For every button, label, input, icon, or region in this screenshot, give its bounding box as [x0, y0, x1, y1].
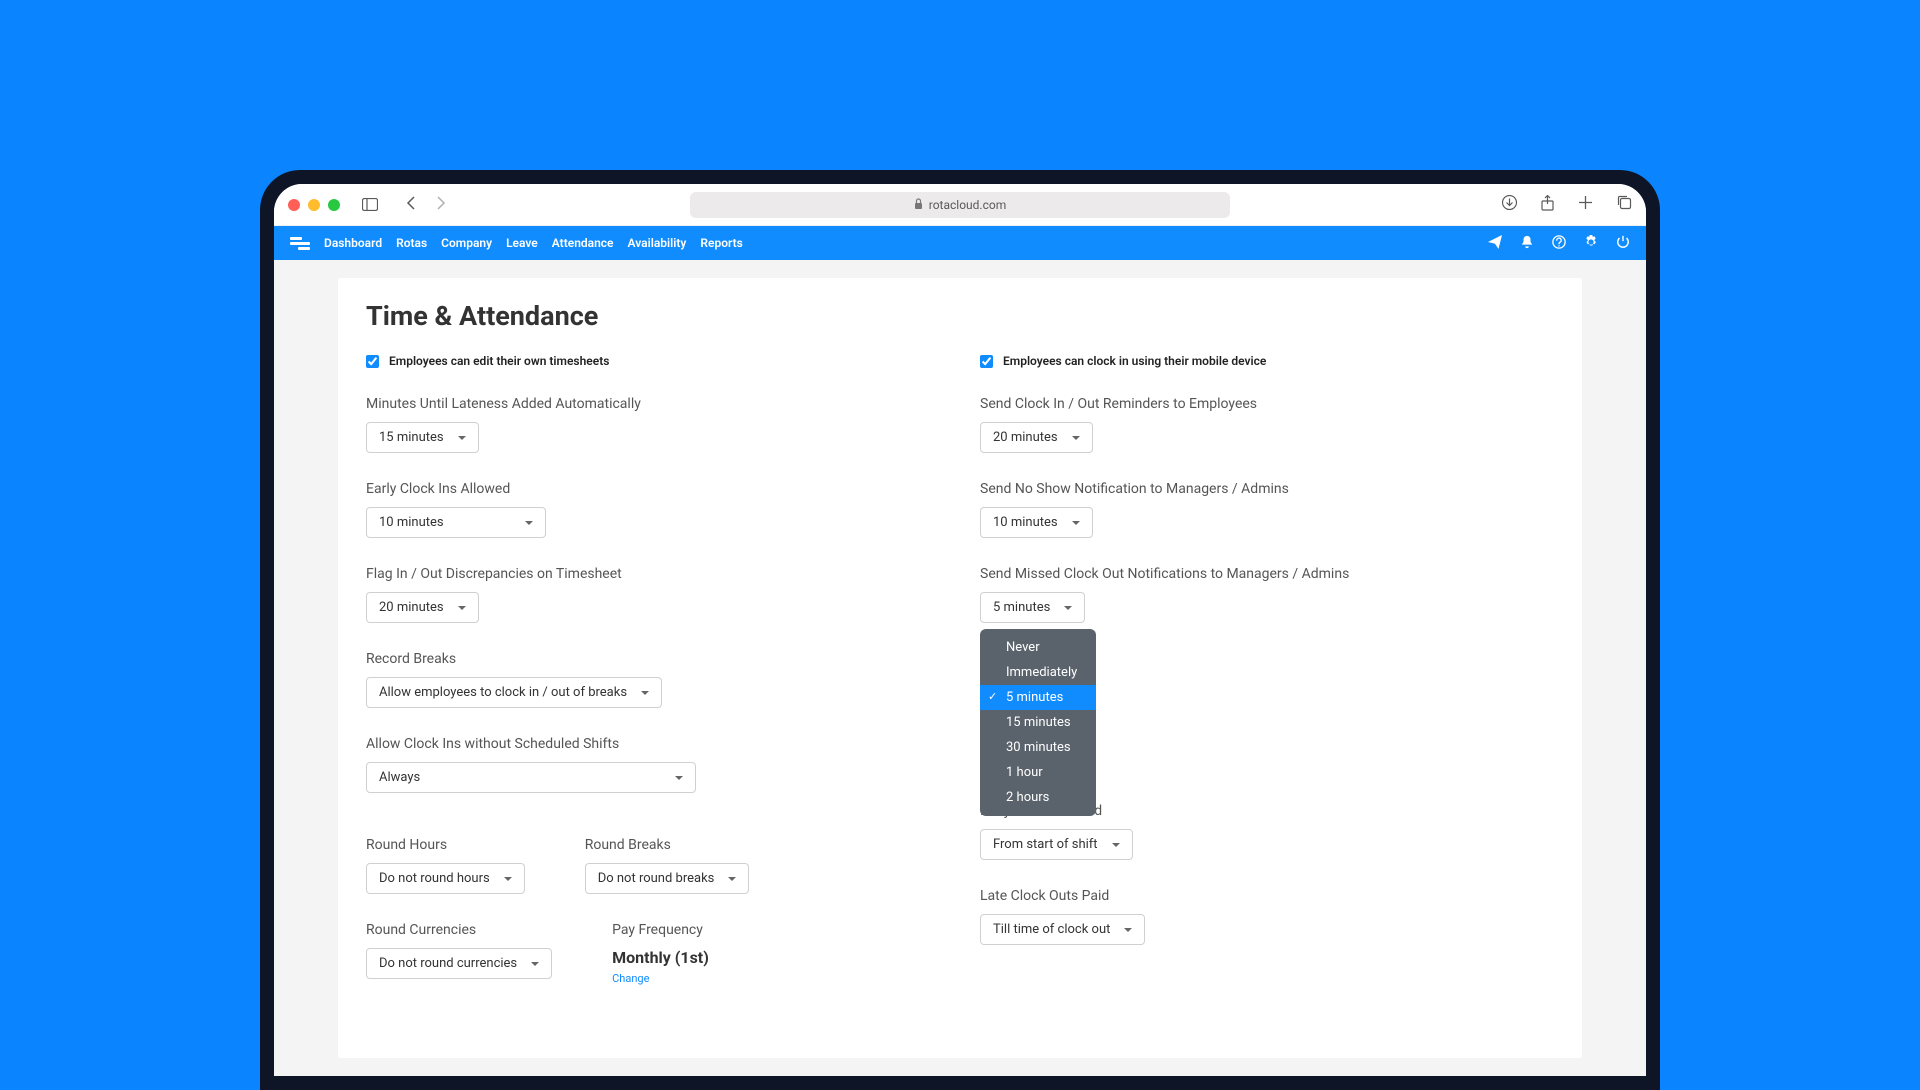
dropdown-option[interactable]: Immediately: [980, 660, 1096, 685]
url-bar[interactable]: rotacloud.com: [690, 192, 1230, 218]
caret-down-icon: [728, 877, 736, 881]
nav-company[interactable]: Company: [441, 236, 492, 250]
nav-arrows: [406, 195, 446, 214]
forward-icon[interactable]: [436, 195, 446, 214]
caret-down-icon: [504, 877, 512, 881]
nav-right: [1488, 234, 1630, 253]
reminders-select[interactable]: 20 minutes: [980, 422, 1093, 453]
browser-chrome: rotacloud.com: [274, 184, 1646, 226]
device-frame: rotacloud.com Dashboard Rotas Company Le…: [260, 170, 1660, 1090]
round-hours-select[interactable]: Do not round hours: [366, 863, 525, 894]
logo-icon[interactable]: [290, 237, 310, 250]
close-window-button[interactable]: [288, 199, 300, 211]
dropdown-option[interactable]: Never: [980, 635, 1096, 660]
dropdown-option[interactable]: 5 minutes: [980, 685, 1096, 710]
page-title: Time & Attendance: [366, 300, 1554, 332]
caret-down-icon: [641, 691, 649, 695]
browser-window: rotacloud.com Dashboard Rotas Company Le…: [274, 184, 1646, 1076]
dropdown-option[interactable]: 1 hour: [980, 760, 1096, 785]
late-paid-select[interactable]: Till time of clock out: [980, 914, 1145, 945]
lateness-select[interactable]: 15 minutes: [366, 422, 479, 453]
help-icon[interactable]: [1552, 234, 1566, 253]
nav-availability[interactable]: Availability: [628, 236, 687, 250]
content-area: Time & Attendance Employees can edit the…: [274, 260, 1646, 1076]
mobile-clockin-label: Employees can clock in using their mobil…: [1003, 354, 1266, 368]
caret-down-icon: [531, 962, 539, 966]
caret-down-icon: [525, 521, 533, 525]
round-currencies-label: Round Currencies: [366, 922, 552, 938]
browser-right-icons: [1502, 195, 1632, 215]
caret-down-icon: [1112, 843, 1120, 847]
new-tab-icon[interactable]: [1578, 195, 1593, 215]
allow-unscheduled-label: Allow Clock Ins without Scheduled Shifts: [366, 736, 940, 752]
no-show-select[interactable]: 10 minutes: [980, 507, 1093, 538]
missed-out-label: Send Missed Clock Out Notifications to M…: [980, 566, 1554, 582]
no-show-label: Send No Show Notification to Managers / …: [980, 481, 1554, 497]
left-column: Employees can edit their own timesheets …: [366, 354, 940, 1014]
minimize-window-button[interactable]: [308, 199, 320, 211]
app-nav: Dashboard Rotas Company Leave Attendance…: [274, 226, 1646, 260]
caret-down-icon: [1072, 436, 1080, 440]
dropdown-option[interactable]: 15 minutes: [980, 710, 1096, 735]
caret-down-icon: [675, 776, 683, 780]
url-text: rotacloud.com: [929, 198, 1006, 212]
caret-down-icon: [1124, 928, 1132, 932]
edit-timesheets-row: Employees can edit their own timesheets: [366, 354, 940, 368]
round-currencies-select[interactable]: Do not round currencies: [366, 948, 552, 979]
gear-icon[interactable]: [1584, 234, 1598, 253]
back-icon[interactable]: [406, 195, 416, 214]
flag-disc-label: Flag In / Out Discrepancies on Timesheet: [366, 566, 940, 582]
mobile-clockin-checkbox[interactable]: [980, 355, 993, 368]
missed-out-dropdown-menu: NeverImmediately5 minutes15 minutes30 mi…: [980, 629, 1096, 816]
bell-icon[interactable]: [1520, 234, 1534, 253]
caret-down-icon: [458, 436, 466, 440]
mobile-clockin-row: Employees can clock in using their mobil…: [980, 354, 1554, 368]
right-column: Employees can clock in using their mobil…: [980, 354, 1554, 1014]
record-breaks-select[interactable]: Allow employees to clock in / out of bre…: [366, 677, 662, 708]
tabs-icon[interactable]: [1617, 195, 1632, 215]
late-paid-label: Late Clock Outs Paid: [980, 888, 1554, 904]
settings-card: Time & Attendance Employees can edit the…: [338, 278, 1582, 1058]
pay-freq-value: Monthly (1st): [612, 948, 709, 967]
early-clock-select[interactable]: 10 minutes: [366, 507, 546, 538]
nav-leave[interactable]: Leave: [506, 236, 538, 250]
allow-unscheduled-select[interactable]: Always: [366, 762, 696, 793]
dropdown-option[interactable]: 30 minutes: [980, 735, 1096, 760]
edit-timesheets-label: Employees can edit their own timesheets: [389, 354, 609, 368]
lock-icon: [914, 198, 923, 212]
caret-down-icon: [458, 606, 466, 610]
caret-down-icon: [1064, 606, 1072, 610]
round-hours-label: Round Hours: [366, 837, 525, 853]
sidebar-toggle-icon[interactable]: [362, 198, 378, 211]
nav-dashboard[interactable]: Dashboard: [324, 236, 382, 250]
pay-freq-change-link[interactable]: Change: [612, 972, 649, 985]
pay-freq-label: Pay Frequency: [612, 922, 709, 938]
early-paid-select[interactable]: From start of shift: [980, 829, 1133, 860]
traffic-lights: [288, 199, 340, 211]
early-clock-label: Early Clock Ins Allowed: [366, 481, 940, 497]
edit-timesheets-checkbox[interactable]: [366, 355, 379, 368]
round-breaks-select[interactable]: Do not round breaks: [585, 863, 750, 894]
nav-left: Dashboard Rotas Company Leave Attendance…: [290, 236, 743, 250]
nav-attendance[interactable]: Attendance: [552, 236, 614, 250]
settings-columns: Employees can edit their own timesheets …: [366, 354, 1554, 1014]
nav-rotas[interactable]: Rotas: [396, 236, 427, 250]
reminders-label: Send Clock In / Out Reminders to Employe…: [980, 396, 1554, 412]
send-icon[interactable]: [1488, 234, 1502, 253]
missed-out-select[interactable]: 5 minutes: [980, 592, 1085, 623]
flag-disc-select[interactable]: 20 minutes: [366, 592, 479, 623]
dropdown-option[interactable]: 2 hours: [980, 785, 1096, 810]
maximize-window-button[interactable]: [328, 199, 340, 211]
download-icon[interactable]: [1502, 195, 1517, 215]
round-breaks-label: Round Breaks: [585, 837, 750, 853]
power-icon[interactable]: [1616, 234, 1630, 253]
record-breaks-label: Record Breaks: [366, 651, 940, 667]
nav-reports[interactable]: Reports: [700, 236, 742, 250]
lateness-label: Minutes Until Lateness Added Automatical…: [366, 396, 940, 412]
caret-down-icon: [1072, 521, 1080, 525]
share-icon[interactable]: [1541, 195, 1554, 215]
